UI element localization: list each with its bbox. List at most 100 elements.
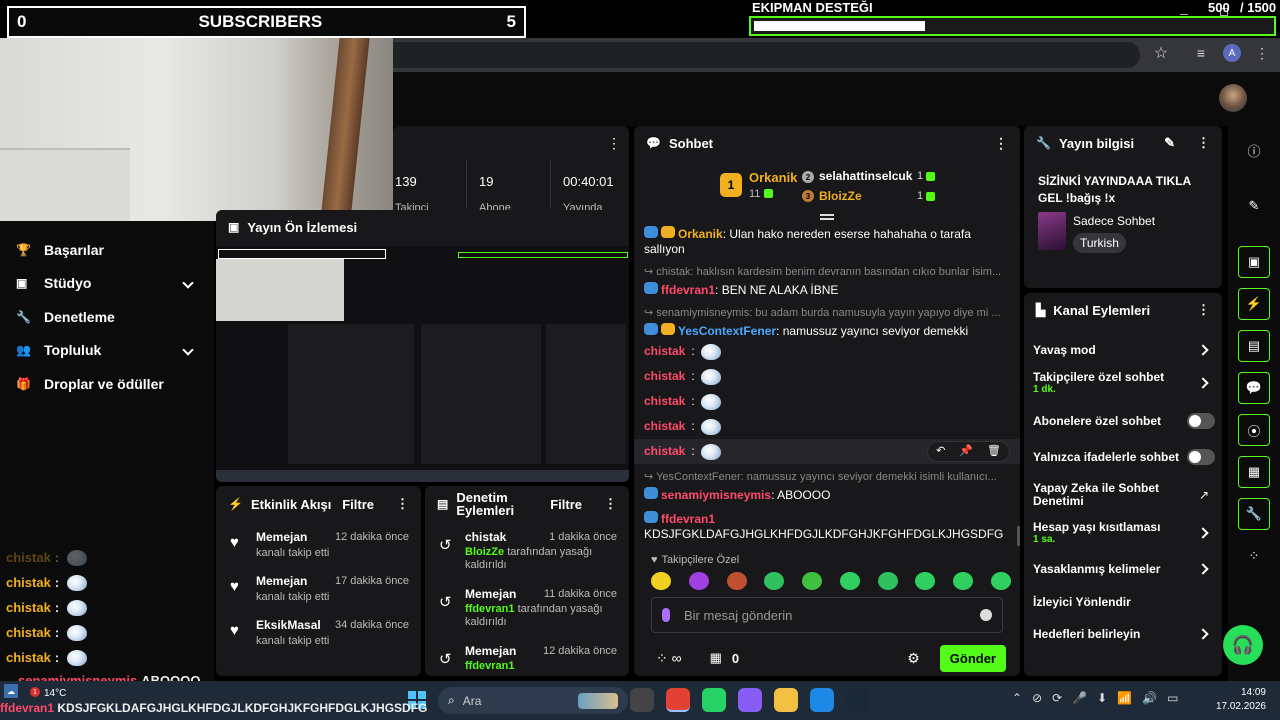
volume-icon[interactable]: 🔊 bbox=[1142, 691, 1157, 705]
stats-menu-icon[interactable]: ⋮ bbox=[607, 135, 621, 152]
window-min-icon[interactable] bbox=[1180, 14, 1188, 15]
steam-icon[interactable] bbox=[846, 688, 870, 712]
send-button[interactable]: Gönder bbox=[939, 644, 1006, 672]
mod-filter-button[interactable]: Filtre bbox=[550, 497, 582, 512]
chat-message[interactable]: chistak: bbox=[644, 364, 1010, 389]
chat-message[interactable]: chistak: ↶ 📌 🗑 bbox=[634, 439, 1020, 464]
emote-icon[interactable] bbox=[688, 572, 709, 590]
whatsapp-icon[interactable] bbox=[702, 688, 726, 712]
reply-preview[interactable]: ↪ senamiymisneymis: bu adam burda namusu… bbox=[644, 306, 1010, 321]
activity-item[interactable]: ♥ Memejan 12 dakika önce kanalı takip etti bbox=[216, 526, 421, 570]
chat-username[interactable]: senamiymisneymis bbox=[661, 488, 771, 502]
sidebar-item[interactable]: 🔧 Denetleme bbox=[0, 300, 214, 334]
category-name[interactable]: Sadece Sohbet bbox=[1073, 214, 1155, 228]
emote-icon[interactable] bbox=[802, 572, 823, 590]
channel-action-item[interactable]: Yalnızca ifadelerle sohbet bbox=[1033, 439, 1215, 475]
browser-menu-icon[interactable]: ⋮ bbox=[1255, 44, 1269, 62]
emote-icon[interactable] bbox=[877, 572, 898, 590]
emote-icon[interactable] bbox=[990, 572, 1011, 590]
activity-item[interactable]: ♥ Memejan 17 dakika önce kanalı takip etti bbox=[216, 570, 421, 614]
chat-username[interactable]: chistak bbox=[644, 369, 685, 384]
copilot-icon[interactable] bbox=[738, 688, 762, 712]
mod-item[interactable]: ↺ chistak 1 dakika önce BloizZe tarafından … bbox=[425, 528, 629, 585]
chat-username[interactable]: ffdevran1 bbox=[661, 283, 715, 297]
file-explorer-icon[interactable] bbox=[630, 688, 654, 712]
infinity-icon[interactable]: ⁘ ∞ bbox=[656, 650, 682, 667]
emote-icon[interactable] bbox=[953, 572, 974, 590]
chat-message[interactable]: YesContextFener: namussuz yayıncı seviyo… bbox=[644, 323, 1010, 339]
chat-username[interactable]: chistak bbox=[644, 444, 685, 459]
clock-date[interactable]: 17.02.2026 bbox=[1212, 701, 1266, 712]
emote-icon[interactable] bbox=[726, 572, 747, 590]
chat-menu-icon[interactable]: ⋮ bbox=[994, 135, 1008, 152]
profile-avatar[interactable]: A bbox=[1223, 44, 1241, 62]
edit-icon[interactable]: ✎ bbox=[1238, 190, 1270, 222]
emote-icon[interactable] bbox=[651, 572, 671, 590]
chat-username[interactable]: chistak bbox=[644, 419, 685, 434]
wifi-icon[interactable]: 📶 bbox=[1117, 691, 1132, 705]
network-icon[interactable]: ⁘ bbox=[1238, 540, 1270, 572]
activity-menu-icon[interactable]: ⋮ bbox=[396, 496, 409, 512]
chat-message[interactable]: ffdevran1 KDSJFGKLDAFGJHGLKHFDGJLKDFGHJKF… bbox=[644, 511, 1010, 542]
mod-menu-icon[interactable]: ⋮ bbox=[604, 496, 617, 512]
address-bar[interactable] bbox=[390, 42, 1140, 68]
emote-icon[interactable] bbox=[764, 572, 785, 590]
chat-scrollbar[interactable] bbox=[1017, 526, 1020, 546]
battery-icon[interactable]: ▭ bbox=[1167, 691, 1178, 705]
chat-message[interactable]: chistak: bbox=[644, 414, 1010, 439]
rank3-name[interactable]: BloizZe bbox=[819, 189, 862, 203]
support-headset-icon[interactable]: 🎧 bbox=[1223, 625, 1263, 665]
chat-input[interactable]: Bir mesaj gönderin bbox=[651, 597, 1003, 633]
activity-filter-button[interactable]: Filtre bbox=[342, 497, 374, 512]
broadcast-icon[interactable]: ⦿ bbox=[1238, 414, 1270, 446]
weather-icon[interactable]: ☁ bbox=[4, 684, 18, 698]
channel-action-item[interactable]: Yapay Zeka ile Sohbet Denetimi ↗ bbox=[1033, 475, 1215, 515]
reply-preview[interactable]: ↪ YesContextFener: namussuz yayıncı sevi… bbox=[644, 470, 1010, 485]
chat-message[interactable]: senamiymisneymis: ABOOOO bbox=[644, 487, 1010, 503]
chat-username[interactable]: chistak bbox=[644, 394, 685, 409]
chrome-icon[interactable] bbox=[666, 688, 690, 712]
screenshot-icon[interactable]: ▣ bbox=[1238, 246, 1270, 278]
edit-pencil-icon[interactable]: ✎ bbox=[1164, 135, 1175, 151]
toggle-switch[interactable] bbox=[1187, 449, 1215, 465]
notes-icon[interactable]: ▤ bbox=[1238, 330, 1270, 362]
settings-gear-icon[interactable]: ⚙ bbox=[907, 650, 920, 667]
chevron-down-icon[interactable] bbox=[182, 344, 194, 356]
bookmark-star-icon[interactable]: ☆ bbox=[1152, 44, 1170, 62]
actions-menu-icon[interactable]: ⋮ bbox=[1197, 302, 1210, 318]
taskbar-search[interactable]: ⌕ Ara bbox=[438, 687, 628, 714]
layout-icon[interactable]: ▦ bbox=[1238, 456, 1270, 488]
rank1-name[interactable]: Orkanik bbox=[749, 170, 797, 185]
user-avatar[interactable] bbox=[1219, 84, 1247, 112]
collapse-handle-icon[interactable] bbox=[820, 214, 834, 216]
reply-preview[interactable]: ↪ chistak: haklısın kardesim benim devra… bbox=[644, 265, 1010, 280]
store-icon[interactable] bbox=[810, 688, 834, 712]
mod-item[interactable]: ↺ Memejan 12 dakika önce ffdevran1 bbox=[425, 642, 629, 676]
emote-icon[interactable] bbox=[915, 572, 936, 590]
wrench-icon[interactable]: 🔧 bbox=[1238, 498, 1270, 530]
channel-action-item[interactable]: Yasaklanmış kelimeler bbox=[1033, 551, 1215, 587]
mod-item[interactable]: ↺ Memejan 11 dakika önce ffdevran1 tarafınd… bbox=[425, 585, 629, 642]
channel-action-item[interactable]: Hesap yaşı kısıtlaması 1 sa. bbox=[1033, 515, 1215, 551]
mic-icon[interactable]: 🎤 bbox=[1072, 691, 1087, 705]
microphone-icon[interactable] bbox=[662, 608, 670, 622]
category-thumbnail[interactable] bbox=[1038, 212, 1066, 250]
folder-icon[interactable] bbox=[774, 688, 798, 712]
activity-item[interactable]: ♥ EksikMasal 34 dakika önce kanalı takip et… bbox=[216, 614, 421, 658]
sidebar-item[interactable]: 🎁 Droplar ve ödüller bbox=[0, 367, 214, 401]
sync-icon[interactable]: ⟳ bbox=[1052, 691, 1062, 705]
emoji-icon[interactable] bbox=[980, 609, 992, 621]
channel-action-item[interactable]: Hedefleri belirleyin bbox=[1033, 617, 1215, 651]
chevron-up-icon[interactable]: ⌃ bbox=[1012, 691, 1022, 705]
chat-message[interactable]: Orkanik: Ulan hako nereden eserse hahaha… bbox=[644, 226, 1010, 257]
chat-username[interactable]: Orkanik bbox=[678, 227, 723, 241]
chat-message[interactable]: ffdevran1: BEN NE ALAKA İBNE bbox=[644, 282, 1010, 298]
info-icon[interactable]: ⓘ bbox=[1238, 134, 1270, 166]
chevron-down-icon[interactable] bbox=[182, 277, 194, 289]
security-icon[interactable]: ⊘ bbox=[1032, 691, 1042, 705]
channel-action-item[interactable]: Abonelere özel sohbet bbox=[1033, 403, 1215, 439]
chat-username[interactable]: chistak bbox=[644, 344, 685, 359]
reply-icon[interactable]: ↶ bbox=[936, 444, 945, 459]
rank2-name[interactable]: selahattinselcuk bbox=[819, 169, 912, 183]
channel-action-item[interactable]: İzleyici Yönlendir bbox=[1033, 587, 1215, 617]
